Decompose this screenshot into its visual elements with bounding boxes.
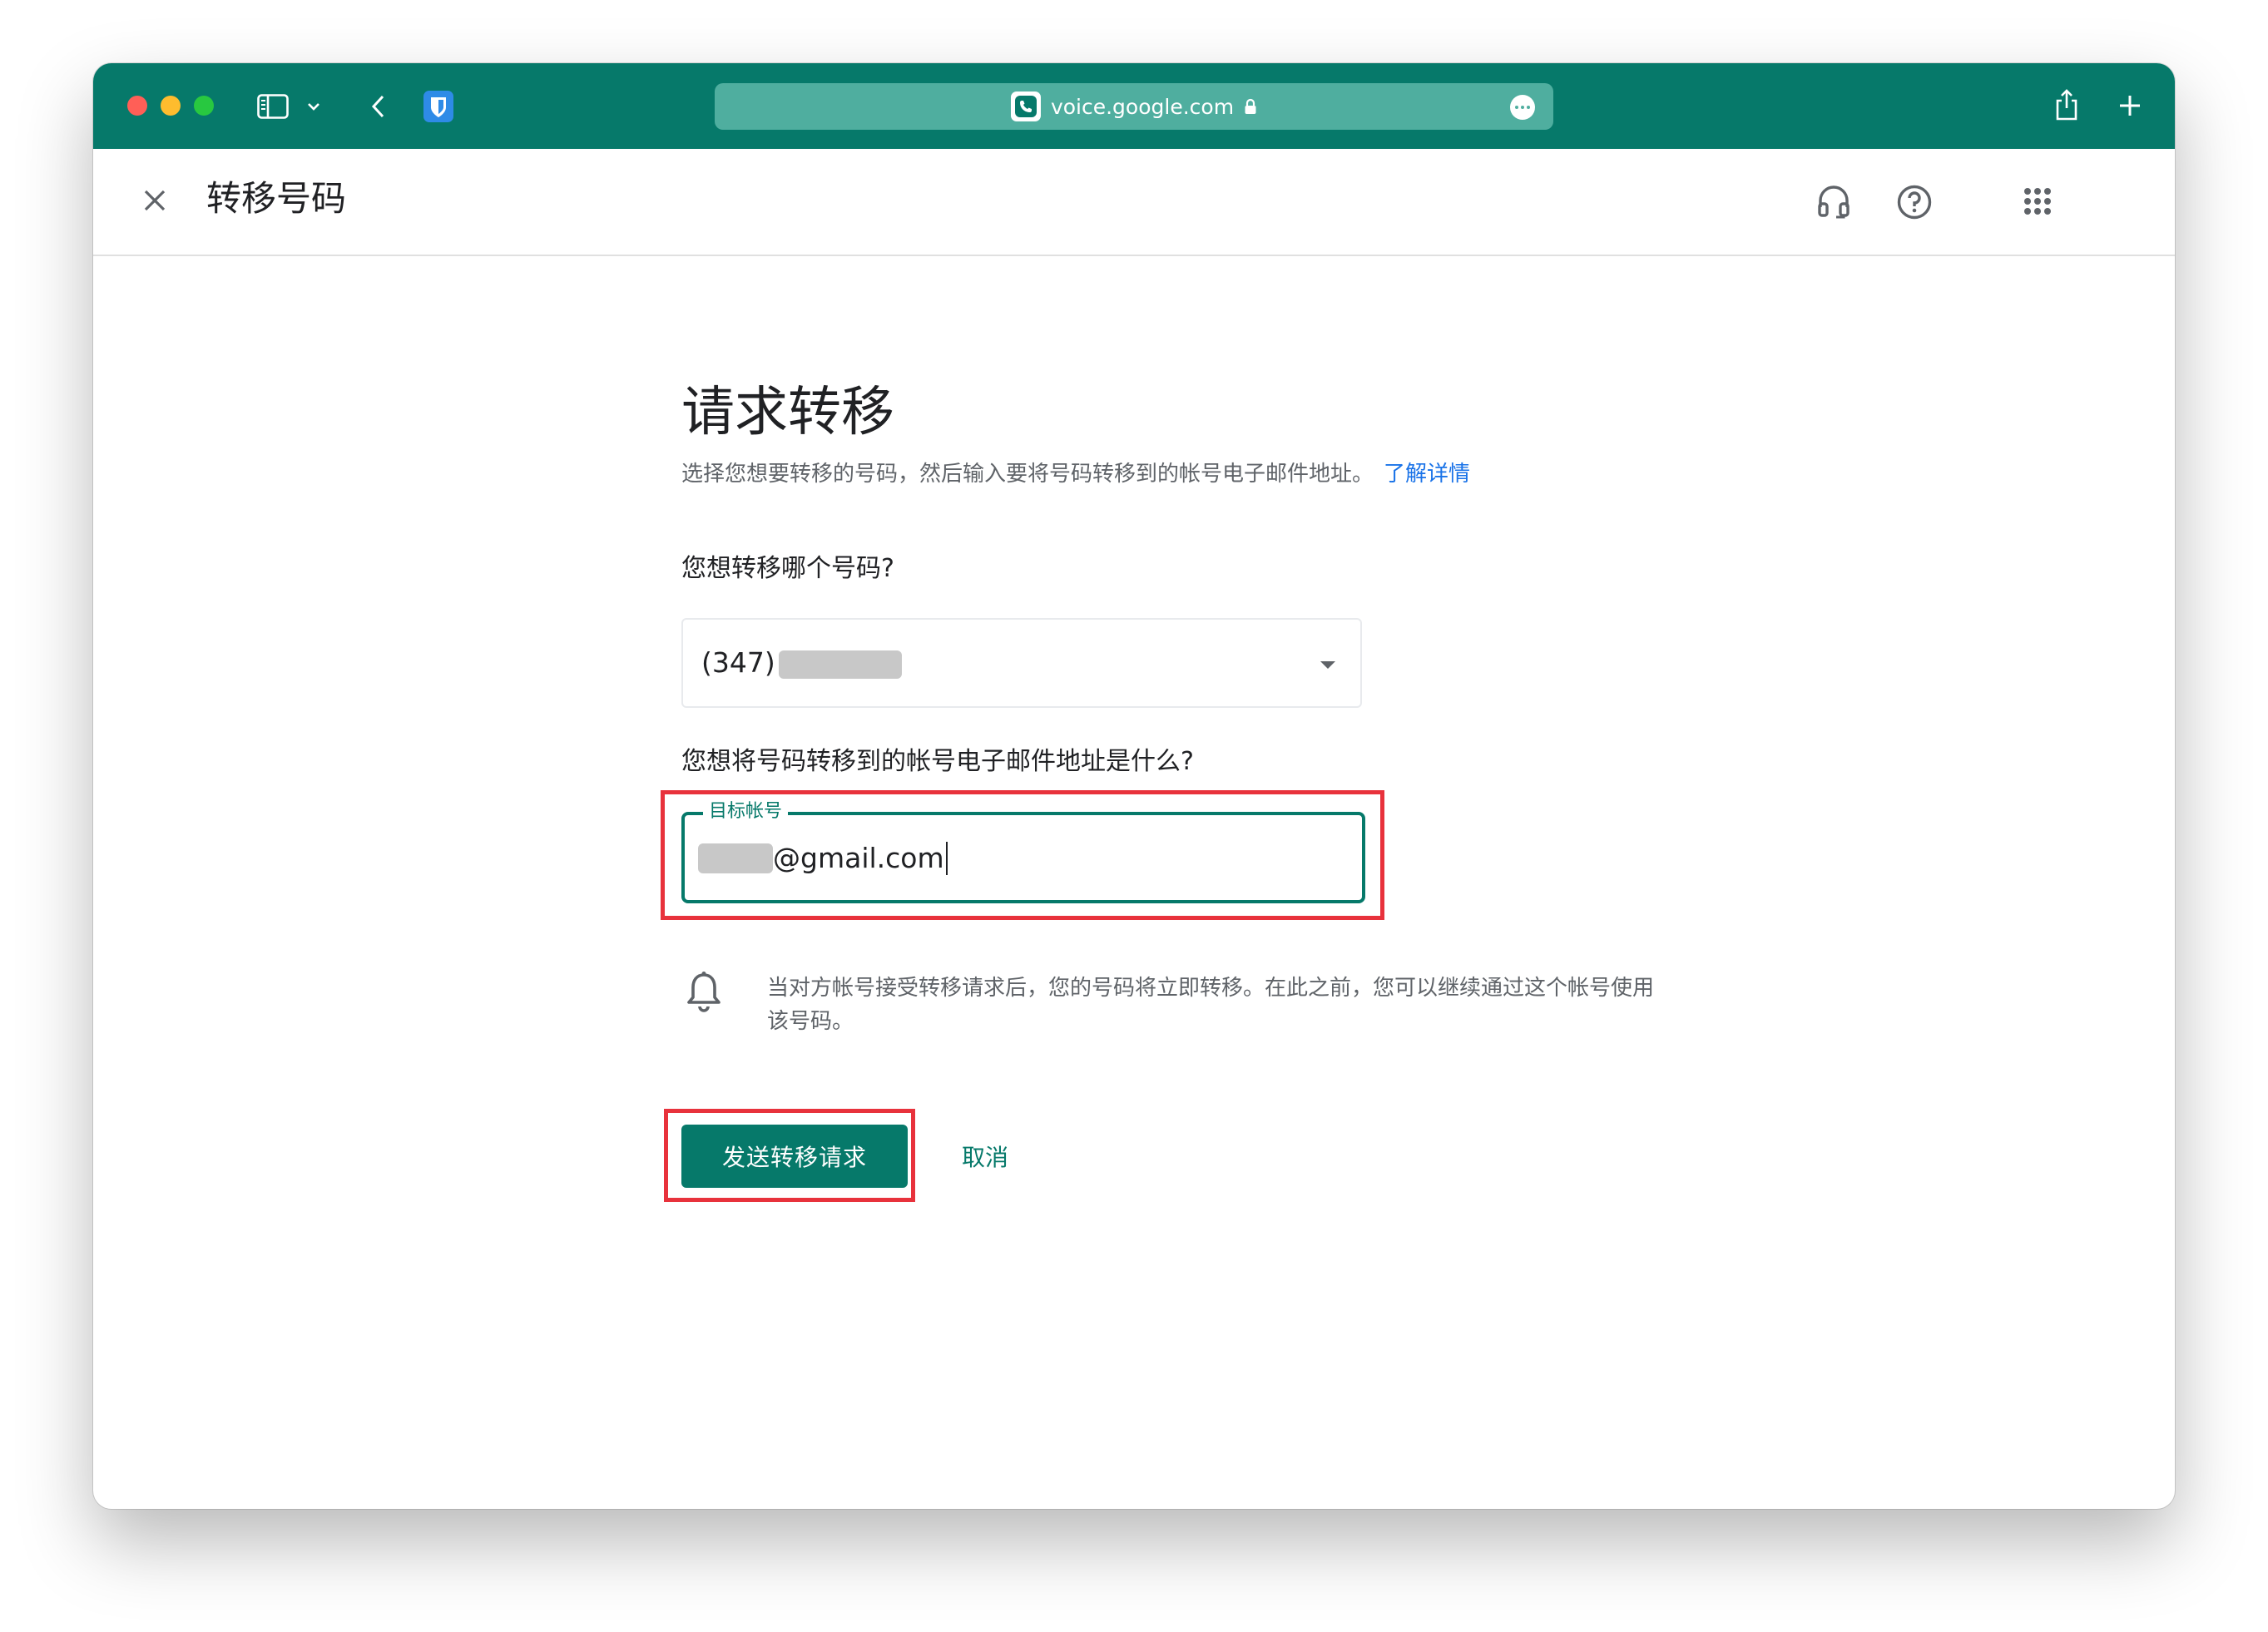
address-bar[interactable]: voice.google.com xyxy=(715,83,1553,130)
close-window-button[interactable] xyxy=(127,96,147,116)
close-icon[interactable] xyxy=(136,182,173,219)
number-area-code: (347) xyxy=(701,646,775,679)
bitwarden-icon[interactable] xyxy=(421,89,456,124)
support-icon[interactable] xyxy=(1814,182,1854,222)
chevron-down-icon[interactable] xyxy=(304,96,324,116)
text-cursor xyxy=(945,842,948,875)
sidebar-icon[interactable] xyxy=(256,90,290,123)
number-select[interactable]: (347) xyxy=(681,618,1362,708)
number-question-label: 您想转移哪个号码? xyxy=(681,554,894,583)
page-title: 转移号码 xyxy=(206,178,347,219)
minimize-window-button[interactable] xyxy=(161,96,181,116)
more-icon[interactable] xyxy=(1510,95,1535,120)
email-input-value: @gmail.com xyxy=(698,840,948,877)
cancel-button[interactable]: 取消 xyxy=(950,1125,1020,1188)
redacted-username xyxy=(698,843,773,873)
zoom-window-button[interactable] xyxy=(194,96,214,116)
help-icon[interactable] xyxy=(1894,182,1934,222)
email-domain-text: @gmail.com xyxy=(773,842,944,874)
email-field-label: 目标帐号 xyxy=(703,799,789,824)
lock-icon xyxy=(1244,98,1257,115)
browser-window: voice.google.com 转移号码 请求转移 选择您想要转移的号码，然后… xyxy=(93,63,2175,1509)
new-tab-icon[interactable] xyxy=(2113,89,2147,122)
transfer-notice-text: 当对方帐号接受转移请求后，您的号码将立即转移。在此之前，您可以继续通过这个帐号使… xyxy=(767,976,1655,1034)
dropdown-caret-icon xyxy=(1320,661,1335,669)
apps-icon[interactable] xyxy=(2018,182,2057,220)
target-account-email-field[interactable]: 目标帐号 @gmail.com xyxy=(681,799,1365,903)
transfer-description: 选择您想要转移的号码，然后输入要将号码转移到的帐号电子邮件地址。 了解详情 xyxy=(681,459,1470,489)
selected-number: (347) xyxy=(701,645,902,681)
back-icon[interactable] xyxy=(361,90,394,123)
google-voice-favicon-icon xyxy=(1010,91,1041,121)
share-icon[interactable] xyxy=(2050,85,2083,125)
learn-more-link[interactable]: 了解详情 xyxy=(1384,462,1470,487)
bell-icon xyxy=(684,970,724,1018)
description-text: 选择您想要转移的号码，然后输入要将号码转移到的帐号电子邮件地址。 xyxy=(681,462,1374,487)
send-transfer-request-button[interactable]: 发送转移请求 xyxy=(681,1125,908,1188)
browser-toolbar: voice.google.com xyxy=(93,63,2175,149)
transfer-heading: 请求转移 xyxy=(681,382,894,443)
app-header: 转移号码 xyxy=(93,149,2175,256)
email-question-label: 您想将号码转移到的帐号电子邮件地址是什么? xyxy=(681,747,1194,776)
url-text: voice.google.com xyxy=(1050,94,1235,119)
redacted-number xyxy=(778,650,902,679)
